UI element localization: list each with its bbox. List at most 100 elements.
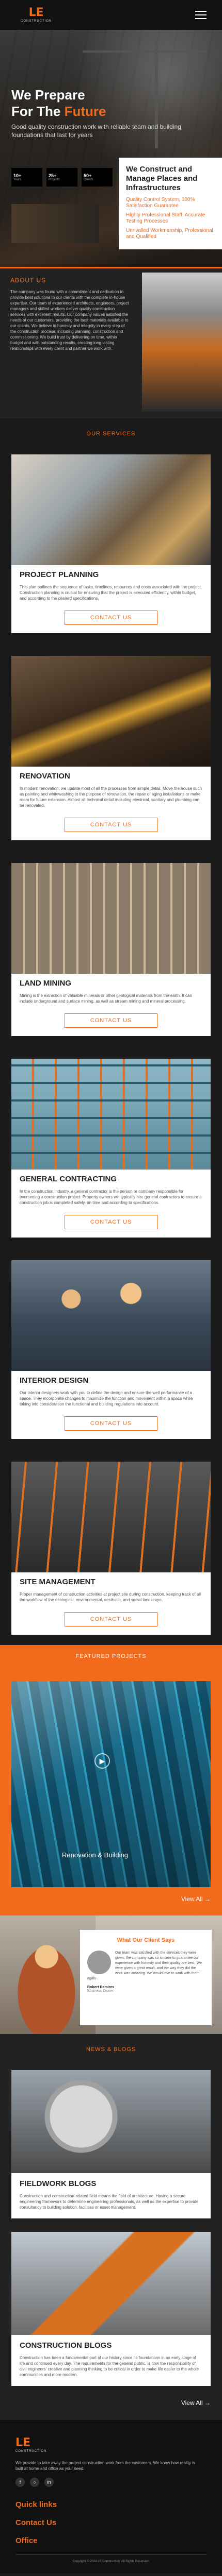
hero-title-line2-text: For The: [11, 104, 65, 119]
service-image: [11, 454, 211, 565]
news-card[interactable]: CONSTRUCTION BLOGS Construction has been…: [11, 2232, 211, 2386]
testimonial-role: Business Owner: [87, 1989, 114, 1993]
hero-photo: [11, 204, 99, 243]
service-image: [11, 656, 211, 767]
contact-us-button[interactable]: CONTACT US: [65, 818, 157, 832]
service-description: In the construction industry, a general …: [20, 1189, 202, 1205]
footer: LE CONSTRUCTION We provide to take away …: [0, 2420, 222, 2573]
footer-contact-us[interactable]: Contact Us: [15, 2518, 207, 2527]
logo-text: CONSTRUCTION: [15, 2450, 47, 2453]
news-description: Construction has been a fundamental part…: [20, 2355, 199, 2377]
logo-mark: LE: [15, 2436, 31, 2449]
stat-label: Clients: [84, 178, 93, 181]
contact-us-button[interactable]: CONTACT US: [65, 611, 157, 625]
service-title: GENERAL CONTRACTING: [20, 1175, 117, 1183]
stat-label: Projects: [49, 178, 60, 181]
stat-value: 25+: [49, 173, 57, 178]
view-all-label: View All: [181, 1895, 203, 1903]
copyright-text: Copyright © 2024 LE Construction. All Ri…: [15, 2554, 207, 2563]
service-card: SITE MANAGEMENT Proper management of con…: [11, 1462, 211, 1635]
featured-projects-section: FEATURED PROJECTS ▶ Renovation & Buildin…: [0, 1645, 222, 1916]
hero-feature-card: We Construct and Manage Places and Infra…: [119, 158, 222, 249]
arrow-right-icon: →: [204, 2399, 211, 2406]
service-card: PROJECT PLANNING This plan outlines the …: [11, 454, 211, 633]
avatar: [87, 1951, 111, 1974]
stat-card[interactable]: 25+ Projects: [46, 168, 77, 187]
hero-title-line2: For The Future: [11, 103, 208, 120]
news-section: NEWS & BLOGS FIELDWORK BLOGS Constructio…: [0, 2034, 222, 2420]
about-label: ABOUT US: [10, 277, 46, 284]
footer-quick-links[interactable]: Quick links: [15, 2500, 207, 2509]
menu-icon[interactable]: [195, 11, 207, 19]
contact-us-button[interactable]: CONTACT US: [65, 1416, 157, 1431]
service-description: This plan outlines the sequence of tasks…: [20, 585, 202, 601]
news-image: [11, 2070, 211, 2173]
about-section: ABOUT US The company was found with a co…: [0, 267, 222, 418]
hero-card-point: Unrivalled Workmanship, Professional and…: [126, 228, 213, 240]
footer-office[interactable]: Office: [15, 2536, 207, 2545]
news-card[interactable]: FIELDWORK BLOGS Construction and constru…: [11, 2070, 211, 2218]
hero-section: We Prepare For The Future Good quality c…: [0, 30, 222, 267]
service-card: INTERIOR DESIGN Our interior designers w…: [11, 1260, 211, 1439]
news-image: [11, 2232, 211, 2335]
service-description: Our interior designers work with you to …: [20, 1391, 193, 1406]
hero-card-point: Quality Control System, 100% Satisfactio…: [126, 197, 195, 209]
featured-caption: Renovation & Building: [62, 1851, 128, 1859]
service-image: [11, 1059, 211, 1170]
social-links: f ○ in: [15, 2478, 207, 2487]
top-navbar: LE CONSTRUCTION: [0, 0, 222, 30]
footer-description: We provide to take away the project cons…: [15, 2461, 195, 2471]
hero-stats: 10+ Years 25+ Projects 50+ Clients: [11, 168, 113, 187]
crane-arm-graphic: [83, 50, 207, 53]
instagram-icon[interactable]: ○: [30, 2478, 39, 2487]
testimonials-section: What Our Client Says Our team was satisf…: [0, 1916, 222, 2034]
services-section: OUR SERVICES PROJECT PLANNING This plan …: [0, 418, 222, 1645]
stat-label: Years: [13, 178, 22, 181]
stat-value: 50+: [84, 173, 92, 178]
service-card: RENOVATION In modern renovation, we upda…: [11, 656, 211, 840]
service-image: [11, 1462, 211, 1572]
service-title: SITE MANAGEMENT: [20, 1578, 96, 1586]
about-text: The company was found with a commitment …: [10, 290, 129, 351]
service-title: LAND MINING: [20, 979, 71, 988]
service-image: [11, 863, 211, 974]
testimonial-heading: What Our Client Says: [117, 1937, 175, 1943]
hero-text: We Prepare For The Future Good quality c…: [11, 87, 208, 139]
site-logo[interactable]: LE CONSTRUCTION: [21, 7, 52, 23]
contact-us-button[interactable]: CONTACT US: [65, 1612, 157, 1626]
service-card: GENERAL CONTRACTING In the construction …: [11, 1059, 211, 1238]
footer-logo[interactable]: LE CONSTRUCTION: [15, 2437, 207, 2453]
featured-label: FEATURED PROJECTS: [75, 1653, 147, 1659]
stat-card[interactable]: 10+ Years: [11, 168, 42, 187]
contact-us-button[interactable]: CONTACT US: [65, 1013, 157, 1028]
hero-title: We Prepare For The Future: [11, 87, 208, 120]
view-all-news-link[interactable]: View All →: [11, 2399, 211, 2406]
services-label: OUR SERVICES: [86, 431, 136, 437]
service-description: In modern renovation, we update most of …: [20, 786, 202, 808]
hero-title-line1: We Prepare: [11, 87, 85, 103]
news-label: NEWS & BLOGS: [86, 2046, 136, 2053]
page: LE CONSTRUCTION We Prepare For The Futur…: [0, 0, 222, 2573]
service-image: [11, 1260, 211, 1371]
service-description: Proper management of construction activi…: [20, 1592, 201, 1602]
news-description: Construction and construction-related fi…: [20, 2194, 199, 2210]
linkedin-icon[interactable]: in: [44, 2478, 54, 2487]
about-worker-image: [142, 273, 222, 412]
arrow-right-icon: →: [204, 1895, 211, 1903]
testimonial-author: Robert Ramires: [87, 1986, 115, 1989]
contact-us-button[interactable]: CONTACT US: [65, 1215, 157, 1229]
stat-card[interactable]: 50+ Clients: [82, 168, 113, 187]
play-icon[interactable]: ▶: [94, 1753, 110, 1769]
news-title: FIELDWORK BLOGS: [20, 2179, 97, 2188]
service-title: RENOVATION: [20, 772, 70, 781]
view-all-label: View All: [181, 2399, 203, 2406]
view-all-projects-link[interactable]: View All →: [181, 1895, 211, 1903]
stat-value: 10+: [13, 173, 22, 178]
logo-mark: LE: [28, 6, 44, 19]
hero-title-highlight: Future: [64, 104, 106, 119]
service-title: PROJECT PLANNING: [20, 570, 99, 579]
logo-text: CONSTRUCTION: [21, 20, 52, 23]
service-description: Mining is the extraction of valuable min…: [20, 993, 192, 1004]
facebook-icon[interactable]: f: [15, 2478, 25, 2487]
service-card: LAND MINING Mining is the extraction of …: [11, 863, 211, 1036]
